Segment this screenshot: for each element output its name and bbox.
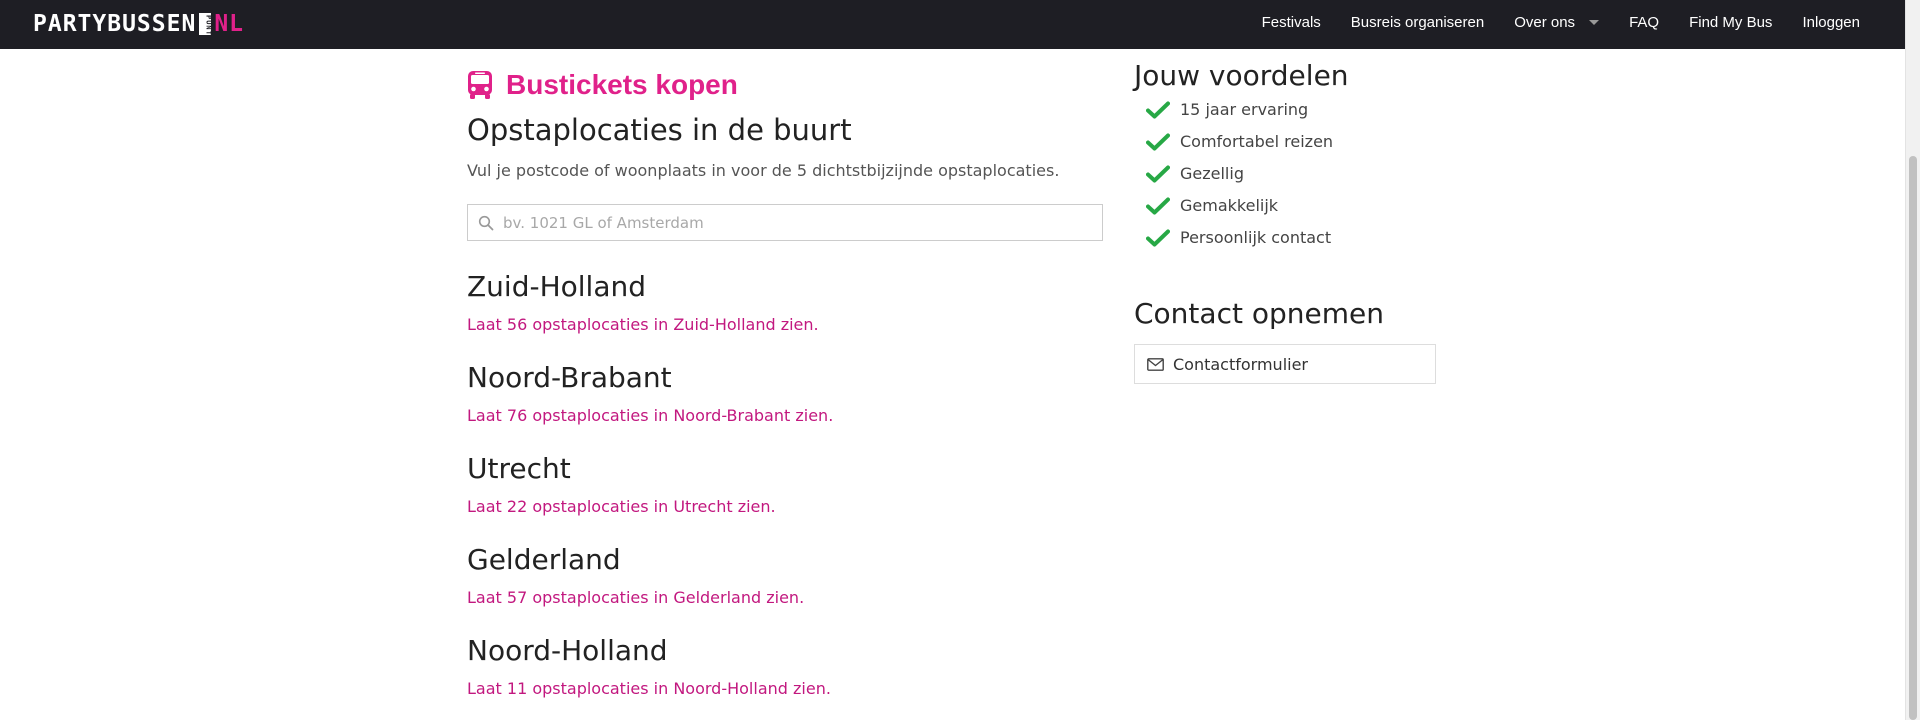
benefit-label: Persoonlijk contact bbox=[1180, 228, 1332, 247]
nav-festivals[interactable]: Festivals bbox=[1262, 14, 1321, 31]
page-heading: Bustickets kopen bbox=[467, 67, 738, 103]
province-section: Noord-Holland Laat 11 opstaplocaties in … bbox=[467, 633, 831, 699]
province-section: Utrecht Laat 22 opstaplocaties in Utrech… bbox=[467, 451, 776, 517]
envelope-icon bbox=[1147, 357, 1164, 371]
province-heading: Utrecht bbox=[467, 452, 571, 485]
scrollbar-thumb[interactable] bbox=[1909, 156, 1917, 720]
province-heading: Noord-Holland bbox=[467, 634, 668, 667]
nav-over-ons[interactable]: Over ons bbox=[1514, 13, 1600, 31]
benefit-item: 15 jaar ervaring bbox=[1146, 100, 1308, 119]
province-section: Zuid-Holland Laat 56 opstaplocaties in Z… bbox=[467, 269, 819, 335]
province-link[interactable]: Laat 76 opstaplocaties in Noord-Brabant … bbox=[467, 406, 833, 426]
benefit-item: Persoonlijk contact bbox=[1146, 228, 1331, 247]
checkmark-icon bbox=[1146, 133, 1170, 150]
nav-find-my-bus[interactable]: Find My Bus bbox=[1689, 14, 1772, 31]
checkmark-icon bbox=[1146, 229, 1170, 246]
page-scrollbar[interactable] bbox=[1905, 0, 1920, 720]
main-nav: Festivals Busreis organiseren Over ons F… bbox=[1232, 0, 1860, 44]
province-heading: Gelderland bbox=[467, 543, 621, 576]
nav-inloggen[interactable]: Inloggen bbox=[1802, 14, 1860, 31]
province-heading: Noord-Brabant bbox=[467, 361, 672, 394]
nav-over-ons-label: Over ons bbox=[1514, 13, 1576, 31]
province-section: Noord-Brabant Laat 76 opstaplocaties in … bbox=[467, 360, 833, 426]
page-title: Bustickets kopen bbox=[506, 69, 738, 100]
postcode-search-input[interactable] bbox=[503, 205, 1093, 240]
search-field bbox=[467, 204, 1103, 241]
top-navigation-bar: PARTYBUSSEN PUNT NL Festivals Busreis or… bbox=[0, 0, 1905, 49]
bus-icon bbox=[468, 71, 492, 99]
chevron-down-icon bbox=[1589, 19, 1600, 25]
contact-form-button[interactable]: Contactformulier bbox=[1134, 344, 1436, 384]
benefit-label: Gezellig bbox=[1180, 164, 1244, 183]
benefit-label: Gemakkelijk bbox=[1180, 196, 1279, 215]
section-title: Opstaplocaties in de buurt bbox=[467, 113, 852, 147]
nav-faq[interactable]: FAQ bbox=[1629, 14, 1659, 31]
contact-form-label: Contactformulier bbox=[1173, 354, 1309, 374]
benefit-label: 15 jaar ervaring bbox=[1180, 100, 1309, 119]
benefit-item: Gezellig bbox=[1146, 164, 1244, 183]
checkmark-icon bbox=[1146, 197, 1170, 214]
search-icon bbox=[478, 215, 494, 231]
nav-busreis-organiseren[interactable]: Busreis organiseren bbox=[1351, 14, 1484, 31]
search-instruction: Vul je postcode of woonplaats in voor de… bbox=[467, 161, 1060, 180]
province-link[interactable]: Laat 22 opstaplocaties in Utrecht zien. bbox=[467, 497, 776, 517]
benefit-item: Comfortabel reizen bbox=[1146, 132, 1333, 151]
province-section: Gelderland Laat 57 opstaplocaties in Gel… bbox=[467, 542, 804, 608]
province-link[interactable]: Laat 11 opstaplocaties in Noord-Holland … bbox=[467, 679, 831, 699]
partybussen-logo[interactable]: PARTYBUSSEN PUNT NL bbox=[33, 11, 244, 37]
benefits-title: Jouw voordelen bbox=[1134, 59, 1349, 92]
province-heading: Zuid-Holland bbox=[467, 270, 647, 303]
checkmark-icon bbox=[1146, 165, 1170, 182]
benefit-item: Gemakkelijk bbox=[1146, 196, 1278, 215]
checkmark-icon bbox=[1146, 101, 1170, 118]
province-link[interactable]: Laat 57 opstaplocaties in Gelderland zie… bbox=[467, 588, 804, 608]
province-link[interactable]: Laat 56 opstaplocaties in Zuid-Holland z… bbox=[467, 315, 819, 335]
logo-punt-mark: PUNT bbox=[199, 13, 212, 36]
contact-title: Contact opnemen bbox=[1134, 297, 1384, 330]
benefit-label: Comfortabel reizen bbox=[1180, 132, 1334, 151]
